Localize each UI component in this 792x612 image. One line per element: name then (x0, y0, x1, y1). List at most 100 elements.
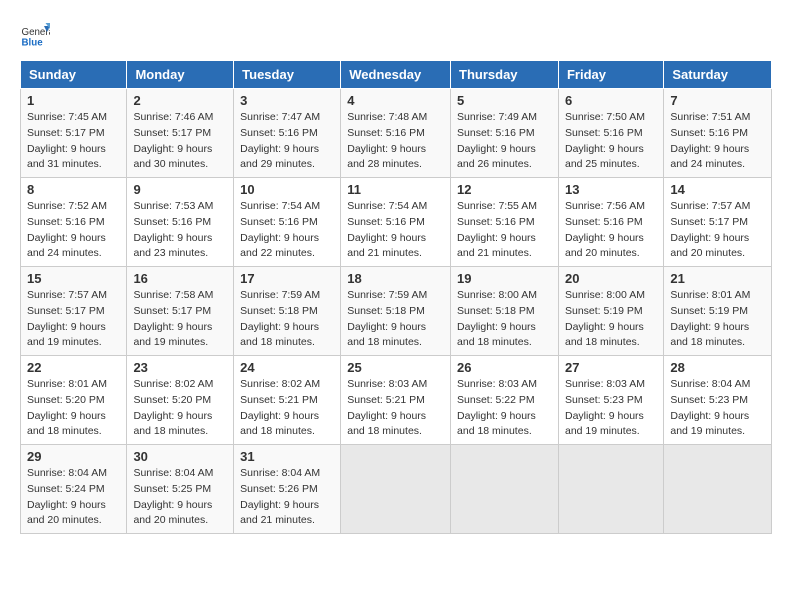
column-header-thursday: Thursday (451, 61, 559, 89)
column-header-sunday: Sunday (21, 61, 127, 89)
day-info: Sunrise: 8:01 AMSunset: 5:19 PMDaylight:… (670, 288, 765, 351)
day-number: 27 (565, 360, 657, 375)
logo-icon: General Blue (20, 20, 50, 50)
calendar-cell: 2 Sunrise: 7:46 AMSunset: 5:17 PMDaylight… (127, 89, 234, 178)
calendar-cell (558, 445, 663, 534)
day-info: Sunrise: 7:58 AMSunset: 5:17 PMDaylight:… (133, 288, 227, 351)
column-header-monday: Monday (127, 61, 234, 89)
day-info: Sunrise: 8:03 AMSunset: 5:22 PMDaylight:… (457, 377, 552, 440)
day-number: 29 (27, 449, 120, 464)
day-number: 16 (133, 271, 227, 286)
day-number: 25 (347, 360, 444, 375)
calendar-cell: 10 Sunrise: 7:54 AMSunset: 5:16 PMDayligh… (234, 178, 341, 267)
calendar-cell: 14 Sunrise: 7:57 AMSunset: 5:17 PMDayligh… (664, 178, 772, 267)
day-number: 31 (240, 449, 334, 464)
calendar-cell: 11 Sunrise: 7:54 AMSunset: 5:16 PMDayligh… (341, 178, 451, 267)
day-info: Sunrise: 7:53 AMSunset: 5:16 PMDaylight:… (133, 199, 227, 262)
week-row-2: 8 Sunrise: 7:52 AMSunset: 5:16 PMDaylight… (21, 178, 772, 267)
day-info: Sunrise: 7:49 AMSunset: 5:16 PMDaylight:… (457, 110, 552, 173)
day-info: Sunrise: 7:45 AMSunset: 5:17 PMDaylight:… (27, 110, 120, 173)
day-number: 3 (240, 93, 334, 108)
day-info: Sunrise: 7:48 AMSunset: 5:16 PMDaylight:… (347, 110, 444, 173)
svg-text:Blue: Blue (22, 38, 44, 49)
day-info: Sunrise: 8:00 AMSunset: 5:18 PMDaylight:… (457, 288, 552, 351)
logo: General Blue (20, 20, 50, 50)
day-number: 19 (457, 271, 552, 286)
day-number: 30 (133, 449, 227, 464)
week-row-4: 22Sunrise: 8:01 AMSunset: 5:20 PMDayligh… (21, 356, 772, 445)
day-number: 4 (347, 93, 444, 108)
calendar-cell: 9 Sunrise: 7:53 AMSunset: 5:16 PMDaylight… (127, 178, 234, 267)
week-row-1: 1 Sunrise: 7:45 AMSunset: 5:17 PMDaylight… (21, 89, 772, 178)
day-number: 23 (133, 360, 227, 375)
day-info: Sunrise: 8:04 AMSunset: 5:23 PMDaylight:… (670, 377, 765, 440)
day-info: Sunrise: 8:02 AMSunset: 5:21 PMDaylight:… (240, 377, 334, 440)
day-number: 17 (240, 271, 334, 286)
header-row: SundayMondayTuesdayWednesdayThursdayFrid… (21, 61, 772, 89)
calendar-cell: 4 Sunrise: 7:48 AMSunset: 5:16 PMDaylight… (341, 89, 451, 178)
calendar-cell: 3 Sunrise: 7:47 AMSunset: 5:16 PMDaylight… (234, 89, 341, 178)
calendar-cell: 23 Sunrise: 8:02 AMSunset: 5:20 PMDayligh… (127, 356, 234, 445)
calendar-cell: 24Sunrise: 8:02 AMSunset: 5:21 PMDayligh… (234, 356, 341, 445)
day-info: Sunrise: 8:02 AMSunset: 5:20 PMDaylight:… (133, 377, 227, 440)
page-header: General Blue (20, 20, 772, 50)
calendar-cell: 30Sunrise: 8:04 AMSunset: 5:25 PMDayligh… (127, 445, 234, 534)
day-number: 7 (670, 93, 765, 108)
calendar-cell: 12 Sunrise: 7:55 AMSunset: 5:16 PMDayligh… (451, 178, 559, 267)
calendar-cell: 27 Sunrise: 8:03 AMSunset: 5:23 PMDayligh… (558, 356, 663, 445)
day-number: 15 (27, 271, 120, 286)
day-info: Sunrise: 7:47 AMSunset: 5:16 PMDaylight:… (240, 110, 334, 173)
calendar-cell: 29 Sunrise: 8:04 AMSunset: 5:24 PMDayligh… (21, 445, 127, 534)
day-number: 1 (27, 93, 120, 108)
day-number: 18 (347, 271, 444, 286)
day-info: Sunrise: 7:46 AMSunset: 5:17 PMDaylight:… (133, 110, 227, 173)
calendar-cell: 16 Sunrise: 7:58 AMSunset: 5:17 PMDayligh… (127, 267, 234, 356)
day-number: 10 (240, 182, 334, 197)
calendar-cell: 26 Sunrise: 8:03 AMSunset: 5:22 PMDayligh… (451, 356, 559, 445)
day-info: Sunrise: 7:56 AMSunset: 5:16 PMDaylight:… (565, 199, 657, 262)
calendar-cell (451, 445, 559, 534)
day-number: 6 (565, 93, 657, 108)
day-info: Sunrise: 7:59 AMSunset: 5:18 PMDaylight:… (347, 288, 444, 351)
day-info: Sunrise: 7:57 AMSunset: 5:17 PMDaylight:… (670, 199, 765, 262)
day-number: 2 (133, 93, 227, 108)
day-number: 14 (670, 182, 765, 197)
day-info: Sunrise: 8:00 AMSunset: 5:19 PMDaylight:… (565, 288, 657, 351)
column-header-friday: Friday (558, 61, 663, 89)
day-number: 11 (347, 182, 444, 197)
calendar-cell: 22Sunrise: 8:01 AMSunset: 5:20 PMDayligh… (21, 356, 127, 445)
calendar-cell: 7Sunrise: 7:51 AMSunset: 5:16 PMDaylight… (664, 89, 772, 178)
day-info: Sunrise: 7:59 AMSunset: 5:18 PMDaylight:… (240, 288, 334, 351)
day-info: Sunrise: 7:50 AMSunset: 5:16 PMDaylight:… (565, 110, 657, 173)
day-number: 8 (27, 182, 120, 197)
calendar-cell: 25 Sunrise: 8:03 AMSunset: 5:21 PMDayligh… (341, 356, 451, 445)
calendar-cell: 18 Sunrise: 7:59 AMSunset: 5:18 PMDayligh… (341, 267, 451, 356)
calendar-cell (341, 445, 451, 534)
day-info: Sunrise: 7:54 AMSunset: 5:16 PMDaylight:… (240, 199, 334, 262)
day-number: 12 (457, 182, 552, 197)
day-info: Sunrise: 7:52 AMSunset: 5:16 PMDaylight:… (27, 199, 120, 262)
day-number: 22 (27, 360, 120, 375)
day-number: 20 (565, 271, 657, 286)
calendar-cell: 19 Sunrise: 8:00 AMSunset: 5:18 PMDayligh… (451, 267, 559, 356)
calendar-cell: 6 Sunrise: 7:50 AMSunset: 5:16 PMDaylight… (558, 89, 663, 178)
day-info: Sunrise: 7:54 AMSunset: 5:16 PMDaylight:… (347, 199, 444, 262)
day-info: Sunrise: 7:55 AMSunset: 5:16 PMDaylight:… (457, 199, 552, 262)
day-info: Sunrise: 8:03 AMSunset: 5:21 PMDaylight:… (347, 377, 444, 440)
week-row-5: 29 Sunrise: 8:04 AMSunset: 5:24 PMDayligh… (21, 445, 772, 534)
day-info: Sunrise: 8:03 AMSunset: 5:23 PMDaylight:… (565, 377, 657, 440)
calendar-cell: 5Sunrise: 7:49 AMSunset: 5:16 PMDaylight… (451, 89, 559, 178)
calendar-cell: 20 Sunrise: 8:00 AMSunset: 5:19 PMDayligh… (558, 267, 663, 356)
day-number: 28 (670, 360, 765, 375)
calendar-cell: 15 Sunrise: 7:57 AMSunset: 5:17 PMDayligh… (21, 267, 127, 356)
calendar-cell: 1 Sunrise: 7:45 AMSunset: 5:17 PMDaylight… (21, 89, 127, 178)
day-info: Sunrise: 7:57 AMSunset: 5:17 PMDaylight:… (27, 288, 120, 351)
day-number: 9 (133, 182, 227, 197)
day-number: 13 (565, 182, 657, 197)
calendar-cell: 17 Sunrise: 7:59 AMSunset: 5:18 PMDayligh… (234, 267, 341, 356)
day-number: 26 (457, 360, 552, 375)
calendar-cell: 21Sunrise: 8:01 AMSunset: 5:19 PMDayligh… (664, 267, 772, 356)
calendar-cell: 13 Sunrise: 7:56 AMSunset: 5:16 PMDayligh… (558, 178, 663, 267)
day-info: Sunrise: 8:04 AMSunset: 5:24 PMDaylight:… (27, 466, 120, 529)
day-info: Sunrise: 8:04 AMSunset: 5:26 PMDaylight:… (240, 466, 334, 529)
